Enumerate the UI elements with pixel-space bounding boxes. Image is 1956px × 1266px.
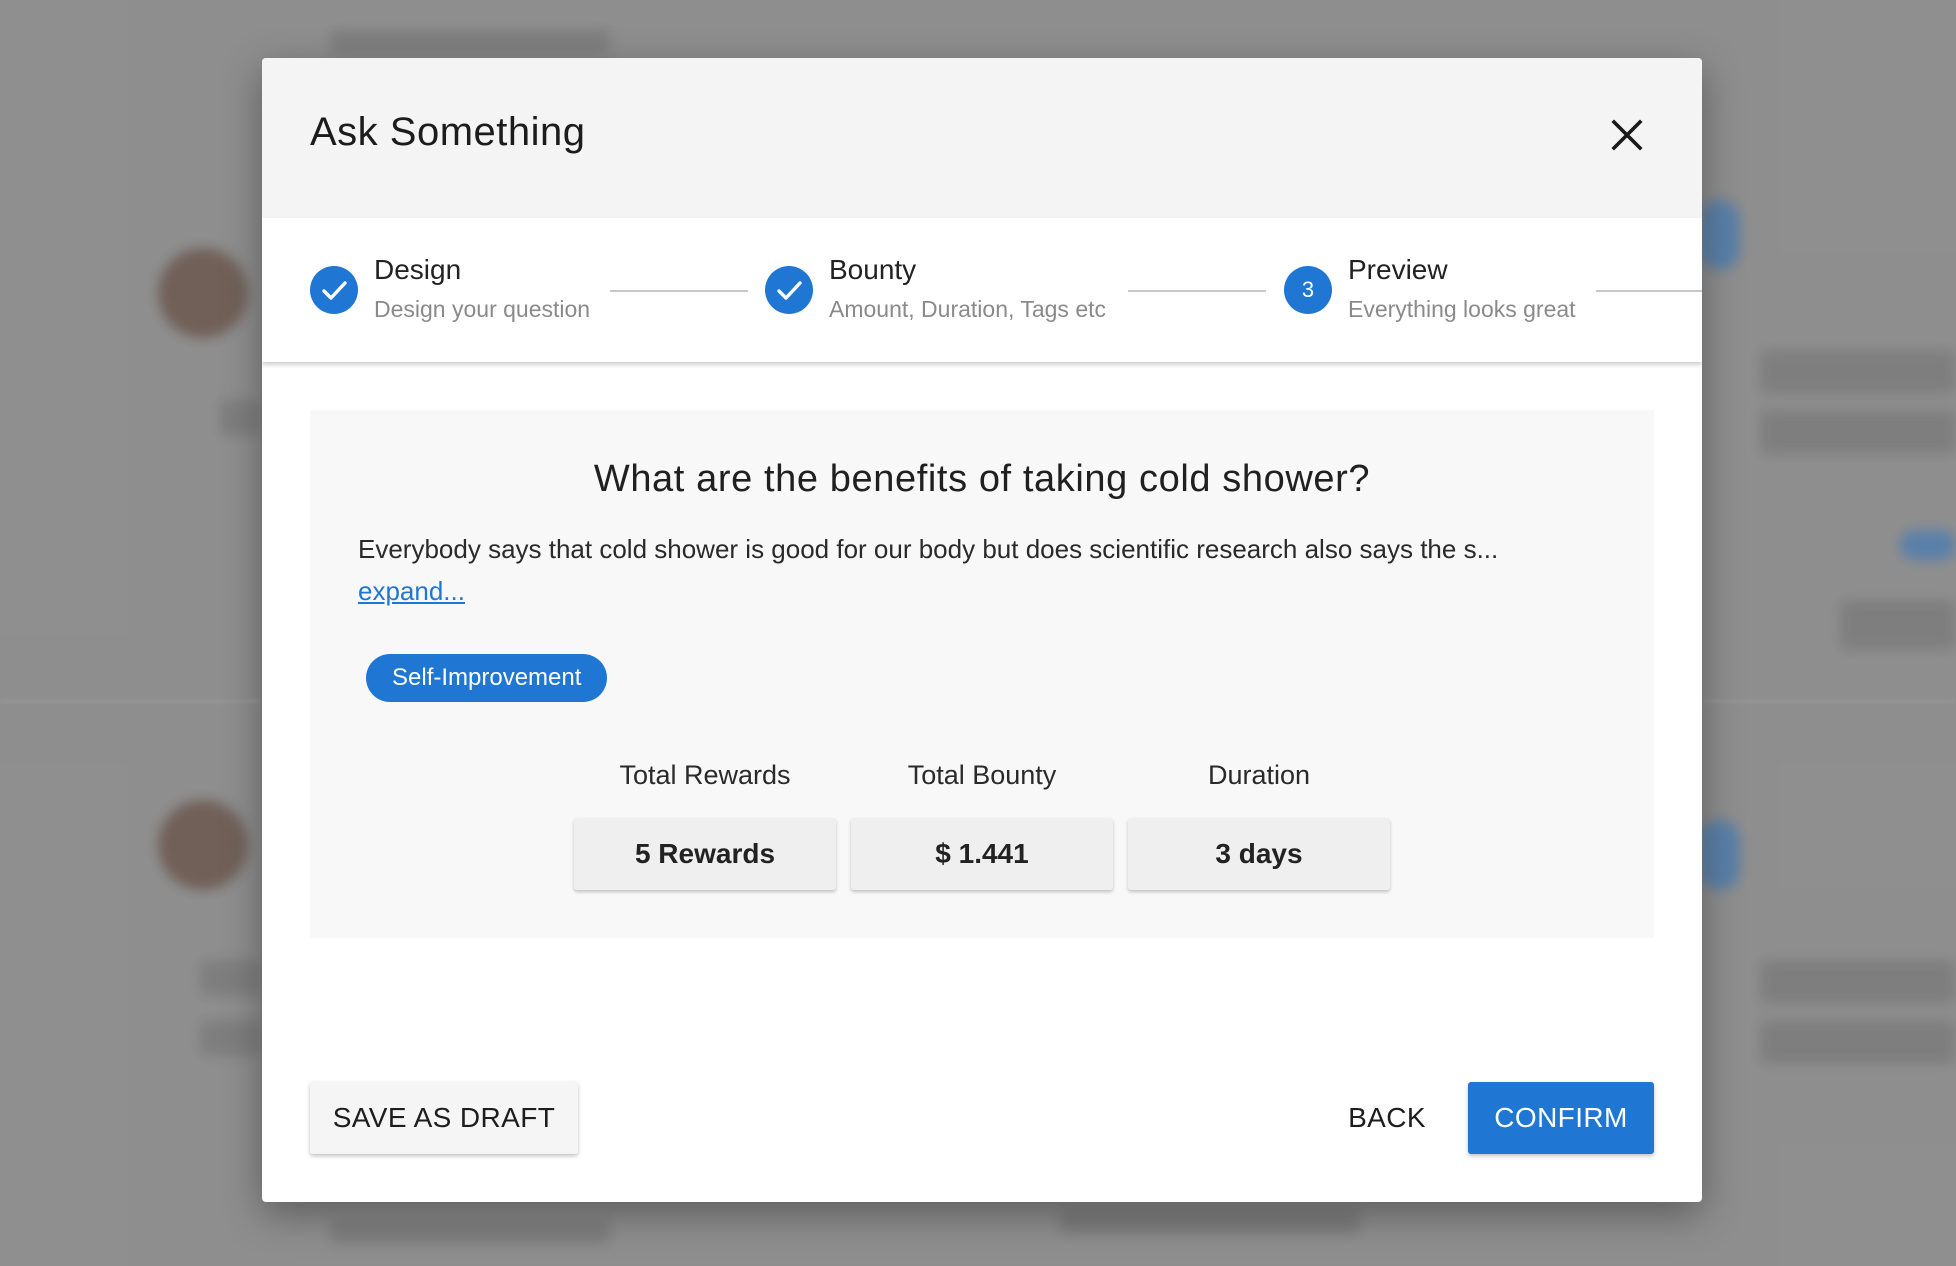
step-label: Design xyxy=(374,254,462,285)
step-sublabel: Amount, Duration, Tags etc xyxy=(829,296,1106,322)
stat-duration: Duration 3 days xyxy=(1128,760,1390,890)
step-sublabel: Everything looks great xyxy=(1348,296,1576,322)
stat-value: 3 days xyxy=(1128,818,1390,890)
check-icon xyxy=(322,281,347,300)
expand-link[interactable]: expand... xyxy=(358,576,465,607)
step-connector xyxy=(1596,290,1702,292)
step-completed-circle xyxy=(310,266,358,314)
stat-value: 5 Rewards xyxy=(574,818,836,890)
close-icon xyxy=(1611,119,1643,151)
check-icon xyxy=(777,281,802,300)
step-label: Bounty xyxy=(829,254,917,285)
stepper: Design Design your question Bounty Amoun… xyxy=(262,218,1702,362)
step-preview[interactable]: 3 Preview Everything looks great xyxy=(1284,218,1604,362)
step-design[interactable]: Design Design your question xyxy=(310,218,590,362)
step-connector xyxy=(1128,290,1266,292)
stat-value: $ 1.441 xyxy=(851,818,1113,890)
question-body: Everybody says that cold shower is good … xyxy=(358,534,1499,564)
question-preview-card: What are the benefits of taking cold sho… xyxy=(310,410,1654,938)
step-connector xyxy=(610,290,748,292)
save-draft-button[interactable]: SAVE AS DRAFT xyxy=(310,1082,578,1154)
stat-total-bounty: Total Bounty $ 1.441 xyxy=(851,760,1113,890)
stat-total-rewards: Total Rewards 5 Rewards xyxy=(574,760,836,890)
stat-label: Total Rewards xyxy=(619,760,791,790)
stat-label: Duration xyxy=(1207,760,1311,790)
step-bounty[interactable]: Bounty Amount, Duration, Tags etc xyxy=(765,218,1125,362)
back-button[interactable]: BACK xyxy=(1322,1082,1452,1154)
step-sublabel: Design your question xyxy=(374,296,591,322)
ask-dialog: Ask Something Design Design your questio… xyxy=(262,58,1702,1202)
close-button[interactable] xyxy=(1606,114,1648,156)
stat-label: Total Bounty xyxy=(907,760,1057,790)
step-number-circle: 3 xyxy=(1284,266,1332,314)
dialog-header: Ask Something xyxy=(262,58,1702,218)
step-completed-circle xyxy=(765,266,813,314)
confirm-button[interactable]: CONFIRM xyxy=(1468,1082,1654,1154)
step-label: Preview xyxy=(1348,254,1448,285)
question-title: What are the benefits of taking cold sho… xyxy=(593,458,1371,500)
dialog-title: Ask Something xyxy=(310,110,586,154)
tag-chip[interactable]: Self-Improvement xyxy=(366,654,608,702)
